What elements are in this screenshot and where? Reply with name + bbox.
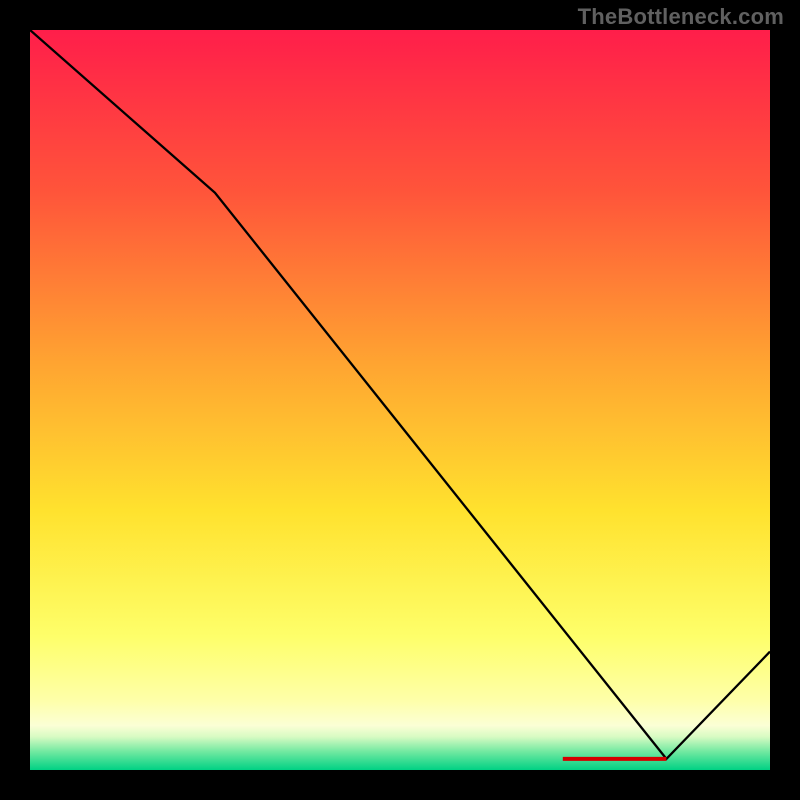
watermark-text: TheBottleneck.com [578, 4, 784, 30]
gradient-background [30, 30, 770, 770]
plot-area [30, 30, 770, 770]
chart-container: TheBottleneck.com [0, 0, 800, 800]
chart-svg [30, 30, 770, 770]
